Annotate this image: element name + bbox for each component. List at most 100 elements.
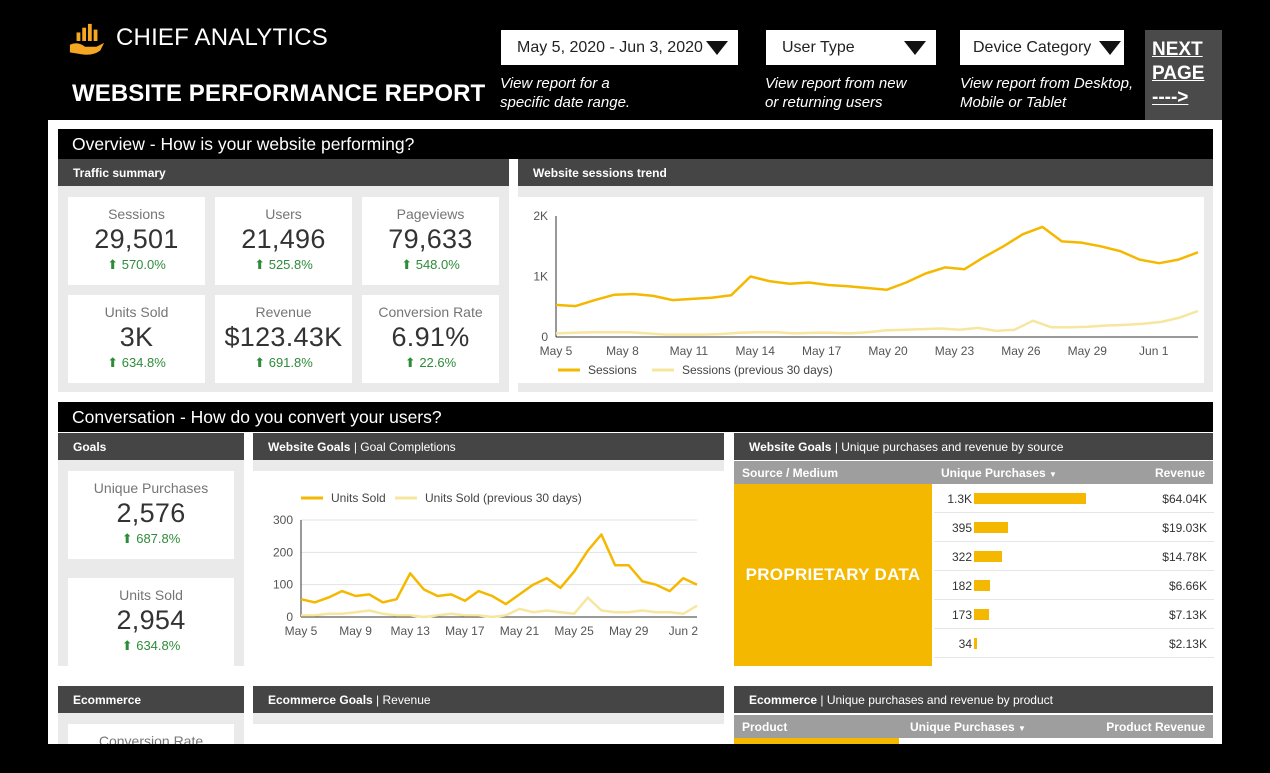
up-arrow-icon: ⬆ [121,638,133,653]
overview-section-title: Overview - How is your website performin… [58,129,1213,159]
legend-label: Sessions [588,363,637,377]
y-tick-label: 100 [273,578,293,592]
series-line-current [555,225,1199,308]
col-product-revenue[interactable]: Product Revenue [1106,720,1205,734]
table-row[interactable]: 22$1.58K [934,658,1214,666]
source-table-body: 1.3K $64.04K 395 $19.03K 322 $14.78K 182 $6.66K… [934,484,1214,666]
y-tick-label: 1K [533,270,548,284]
source-table-header: Source / Medium Unique Purchases ▼ Reven… [734,461,1213,484]
up-arrow-icon: ⬆ [121,531,133,546]
up-arrow-icon: ⬆ [404,355,416,370]
legend-label: Units Sold [331,491,386,505]
col-unique-purchases[interactable]: Unique Purchases ▼ [941,466,1057,480]
ecommerce-header: Ecommerce [58,686,244,713]
up-arrow-icon: ⬆ [254,257,266,272]
sort-desc-icon: ▼ [1018,724,1026,733]
product-proprietary-block [734,738,899,744]
x-tick-label: May 25 [554,624,594,638]
date-range-value: May 5, 2020 - Jun 3, 2020 [517,38,703,56]
x-tick-label: May 5 [285,624,318,638]
up-arrow-icon: ⬆ [107,355,119,370]
series-line-current [300,533,698,606]
kpi-card-users: Users 21,496 ⬆ 525.8% [215,197,352,285]
x-tick-label: May 8 [606,344,639,358]
table-row[interactable]: 1.3K $64.04K [934,484,1214,513]
x-tick-label: Jun 1 [1139,344,1169,358]
report-title: WEBSITE PERFORMANCE REPORT [72,80,486,107]
brand-name: CHIEF ANALYTICS [116,24,328,51]
dropdown-arrow-icon [706,41,728,55]
kpi-card-revenue: Revenue $123.43K ⬆ 691.8% [215,295,352,383]
device-category-selector[interactable]: Device Category [960,30,1124,65]
dropdown-arrow-icon [904,41,926,55]
legend-label: Sessions (previous 30 days) [682,363,833,377]
kpi-card-conversion-rate: Conversion Rate 6.91% ⬆ 22.6% [362,295,499,383]
x-tick-label: Jun 2 [669,624,699,638]
ecommerce-revenue-chart[interactable] [253,724,724,744]
purchases-bar [974,522,1009,533]
purchases-bar [974,493,1086,504]
col-product-unique-purchases[interactable]: Unique Purchases ▼ [910,720,1026,734]
sessions-line-chart[interactable]: 0 1K 2K May 5 May 8 May 11 May 14 May 17 May 20 M… [518,197,1204,383]
date-range-selector[interactable]: May 5, 2020 - Jun 3, 2020 [501,30,738,65]
table-row[interactable]: 395 $19.03K [934,513,1214,542]
revenue-value: $2.13K [1168,637,1207,651]
table-row[interactable]: 322 $14.78K [934,542,1214,571]
purchases-by-source-header: Website Goals | Unique purchases and rev… [734,433,1213,460]
revenue-value: $14.78K [1162,550,1207,564]
product-table-header: Product Unique Purchases ▼ Product Reven… [734,715,1213,738]
sessions-trend-header: Website sessions trend [518,159,1213,186]
purchases-bar [974,609,989,620]
conversation-section-title: Conversation - How do you convert your u… [58,402,1213,432]
y-tick-label: 200 [273,545,293,559]
x-tick-label: May 26 [1001,344,1041,358]
goal-completions-header: Website Goals | Goal Completions [253,433,724,460]
x-tick-label: May 13 [391,624,431,638]
sort-desc-icon: ▼ [1049,470,1057,479]
device-category-value: Device Category [973,38,1092,56]
table-row[interactable]: 182 $6.66K [934,571,1214,600]
units-sold-line-chart[interactable]: 0 100 200 300 May 5 May 9 May 13 May 17 May 21 Ma… [253,471,724,666]
y-tick-label: 2K [533,209,548,223]
y-tick-label: 300 [273,513,293,527]
up-arrow-icon: ⬆ [107,257,119,272]
kpi-card-units-sold: Units Sold 3K ⬆ 634.8% [68,295,205,383]
date-range-help: View report for a specific date range. [500,75,631,111]
purchases-bar [974,580,990,591]
unique-purchases-value: 1.3K [947,492,972,506]
up-arrow-icon: ⬆ [401,257,413,272]
purchases-bar [974,638,977,649]
x-tick-label: May 29 [1068,344,1108,358]
purchases-by-product-header: Ecommerce | Unique purchases and revenue… [734,686,1213,713]
x-tick-label: May 14 [736,344,776,358]
x-tick-label: May 23 [935,344,975,358]
unique-purchases-value: 182 [951,579,972,593]
x-tick-label: May 29 [609,624,649,638]
dropdown-arrow-icon [1099,41,1121,55]
user-type-selector[interactable]: User Type [766,30,936,65]
unique-purchases-value: 322 [951,550,972,564]
table-row[interactable]: 173 $7.13K [934,600,1214,629]
y-tick-label: 0 [541,330,548,344]
x-tick-label: May 11 [670,344,709,358]
kpi-card-ecommerce-conversion: Conversion Rate [68,724,234,744]
series-line-previous [555,309,1199,336]
kpi-card-sessions: Sessions 29,501 ⬆ 570.0% [68,197,205,285]
device-category-help: View report from Desktop, Mobile or Table… [960,75,1134,111]
col-source-medium[interactable]: Source / Medium [742,466,838,480]
legend-label: Units Sold (previous 30 days) [425,491,582,505]
x-tick-label: May 17 [445,624,485,638]
revenue-value: $19.03K [1162,521,1207,535]
kpi-card-goal-units-sold: Units Sold 2,954 ⬆ 634.8% [68,578,234,666]
x-tick-label: May 21 [500,624,540,638]
up-arrow-icon: ⬆ [254,355,266,370]
revenue-value: $6.66K [1168,579,1207,593]
logo [68,22,106,60]
next-page-link[interactable]: NEXT PAGE ----> [1145,30,1222,120]
sessions-trend-chart[interactable]: 0 1K 2K May 5 May 8 May 11 May 14 May 17 May 20 M… [518,197,1204,383]
goal-completions-chart[interactable]: 0 100 200 300 May 5 May 9 May 13 May 17 May 21 Ma… [253,471,724,666]
revenue-value: $64.04K [1162,492,1207,506]
col-revenue[interactable]: Revenue [1155,466,1205,480]
col-product[interactable]: Product [742,720,787,734]
table-row[interactable]: 34 $2.13K [934,629,1214,658]
